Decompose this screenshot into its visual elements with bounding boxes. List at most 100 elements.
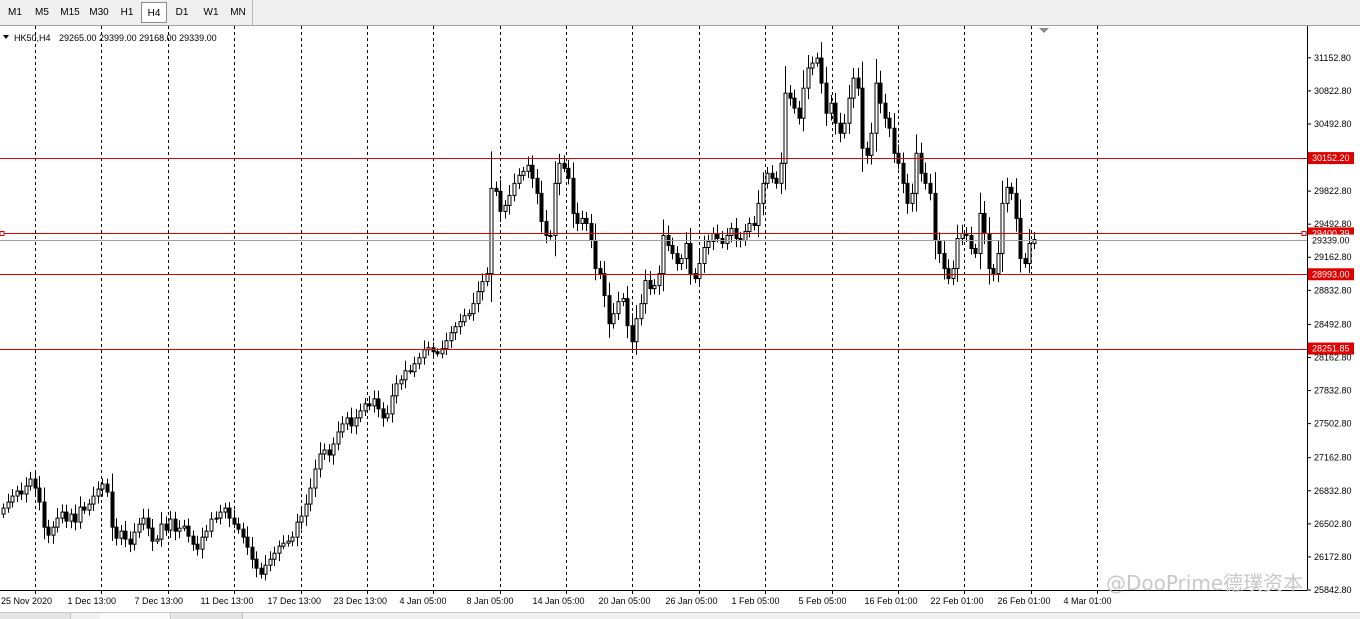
candle-body-bull (458, 321, 463, 328)
candle-body-bear (598, 268, 603, 275)
candle-body-bull (869, 132, 874, 156)
candle-body-bull (390, 395, 395, 415)
timeframe-w1-button[interactable]: W1 (197, 2, 225, 23)
price-chart[interactable]: 31152.80 30822.80 30492.80 30152.20 29822.80… (0, 26, 1360, 612)
candle-body-bull (132, 531, 137, 545)
price-tick-label: 28832.80 (1314, 285, 1352, 295)
candle-body-bear (227, 507, 232, 519)
candle-body-bull (1027, 242, 1032, 265)
chart-tab[interactable] (100, 613, 171, 619)
candle-body-bear (498, 190, 503, 212)
candle-body-bull (363, 403, 368, 412)
candle-body-bull (462, 315, 467, 323)
time-tick-label: 4 Mar 01:00 (1064, 596, 1112, 606)
candle-body-bear (1014, 192, 1019, 219)
timeframe-m15-button[interactable]: M15 (56, 2, 84, 23)
price-tick-label: 26172.80 (1314, 552, 1352, 562)
candle-body-bear (919, 152, 924, 174)
candle-body-bear (150, 527, 155, 542)
candle-body-bear (349, 417, 354, 427)
candle-body-bear (648, 280, 653, 290)
candle-body-bull (467, 313, 472, 317)
candle-body-bull (295, 521, 300, 538)
time-tick-label: 4 Jan 05:00 (400, 596, 447, 606)
candle-body-bull (263, 564, 268, 575)
time-tick-label: 5 Feb 05:00 (799, 596, 847, 606)
candle-body-bull (204, 530, 209, 538)
candle-body-bear (675, 253, 680, 265)
candle-body-bull (141, 517, 146, 525)
candle-body-bear (1023, 258, 1028, 265)
candle-body-bull (743, 230, 748, 241)
chart-tabs-bar (0, 612, 1360, 619)
timeframe-d1-button[interactable]: D1 (168, 2, 196, 23)
candle-body-bull (548, 234, 553, 237)
timeframe-m1-button[interactable]: M1 (2, 2, 28, 23)
candle-body-bear (435, 351, 440, 355)
candle-body-bear (46, 526, 51, 536)
candle-body-bull (214, 517, 219, 520)
candle-body-bull (684, 242, 689, 260)
candle-body-bull (955, 237, 960, 270)
time-tick-label: 23 Dec 13:00 (334, 596, 388, 606)
candle-body-bull (783, 92, 788, 164)
candle-body-bull (10, 495, 15, 503)
candle-body-bull (28, 478, 33, 487)
candle-body-bear (530, 164, 535, 179)
candle-body-bull (621, 298, 626, 303)
candle-body-bull (829, 102, 834, 114)
candle-body-bear (191, 535, 196, 545)
candle-body-bull (272, 552, 277, 560)
candle-body-bull (69, 513, 74, 522)
candle-body-bull (223, 507, 228, 513)
candle-body-bull (78, 506, 83, 523)
candle-body-bull (779, 162, 784, 184)
candle-body-bear (991, 268, 996, 275)
timeframe-m5-button[interactable]: M5 (29, 2, 55, 23)
timeframe-mn-button[interactable]: MN (226, 2, 250, 23)
candle-body-bear (942, 253, 947, 270)
candle-body-bull (277, 545, 282, 554)
candle-body-bear (494, 187, 499, 192)
time-tick-label: 22 Feb 01:00 (931, 596, 984, 606)
chart-ohlc-values: 29265.00 29399.00 29168.00 29339.00 (59, 33, 217, 43)
candle-body-bull (476, 291, 481, 305)
candle-body-bear (792, 97, 797, 109)
candle-body-bear (824, 82, 829, 114)
timeframe-m30-button[interactable]: M30 (85, 2, 113, 23)
level-line-handle-icon (1301, 231, 1307, 236)
candle-body-bull (611, 313, 616, 325)
candle-body-bull (480, 281, 485, 293)
candle-body-bull (765, 172, 770, 184)
candle-body-bear (856, 77, 861, 89)
candle-body-bull (159, 523, 164, 540)
price-tick-label: 26832.80 (1314, 486, 1352, 496)
candle-body-bull (706, 240, 711, 249)
candle-body-bull (336, 431, 341, 445)
timeframe-h4-button[interactable]: H4 (141, 2, 167, 23)
candle-body-bear (887, 117, 892, 129)
time-axis-labels: 25 Nov 2020 1 Dec 13:00 7 Dec 13:00 11 Dec … (1, 590, 1112, 606)
toolbar-divider (252, 0, 253, 25)
chart-tab[interactable] (0, 613, 71, 619)
candle-body-bull (851, 77, 856, 99)
price-tick-label: 27832.80 (1314, 386, 1352, 396)
candle-body-bull (51, 526, 56, 536)
current-price-label: 29339.00 (1312, 236, 1350, 246)
candle-body-bull (318, 453, 323, 470)
candle-body-bull (616, 301, 621, 315)
time-tick-label: 1 Feb 05:00 (732, 596, 780, 606)
chart-tab[interactable] (172, 613, 243, 619)
candle-body-bull (639, 303, 644, 320)
candle-body-bull (168, 518, 173, 531)
candle-body-bull (394, 383, 399, 397)
candle-body-bear (245, 536, 250, 548)
candle-body-bear (33, 478, 38, 489)
candle-body-bull (634, 318, 639, 343)
price-tick-label: 30492.80 (1314, 119, 1352, 129)
candle-body-bear (566, 167, 571, 179)
candle-body-bull (553, 182, 558, 236)
candle-body-bear (105, 483, 110, 493)
candle-body-bear (123, 530, 128, 540)
timeframe-h1-button[interactable]: H1 (114, 2, 140, 23)
